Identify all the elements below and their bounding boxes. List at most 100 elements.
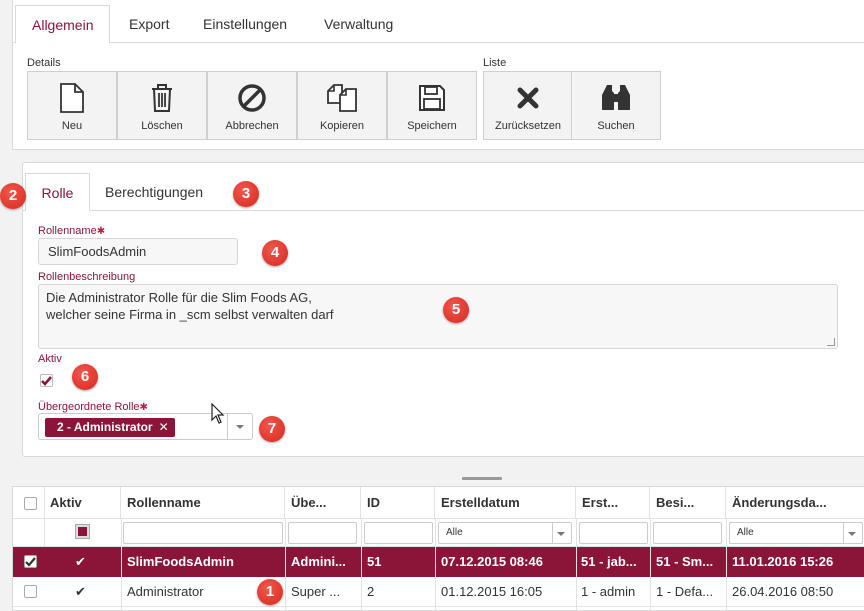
- row-checkbox[interactable]: [24, 585, 37, 598]
- delete-button-label: Löschen: [141, 120, 183, 132]
- parent-role-tag: 2 - Administrator ✕: [45, 418, 175, 437]
- select-all-checkbox[interactable]: [24, 497, 37, 510]
- select-divider: [843, 523, 844, 543]
- new-button-label: Neu: [61, 120, 83, 132]
- column-divider: [361, 519, 362, 610]
- search-button-label: Suchen: [597, 120, 635, 132]
- copy-button-label: Kopieren: [319, 120, 365, 132]
- column-header-aktiv[interactable]: Aktiv: [44, 487, 121, 519]
- x-icon: [484, 82, 572, 114]
- active-checkbox[interactable]: [40, 374, 53, 387]
- column-header-id[interactable]: ID: [361, 487, 435, 519]
- mouse-cursor-icon: [211, 403, 225, 424]
- chevron-down-icon: [236, 425, 244, 429]
- tab-rolle[interactable]: Rolle: [25, 173, 90, 211]
- rolename-label: Rollenname✱: [38, 225, 106, 237]
- filter-ersteller-input[interactable]: [579, 522, 648, 544]
- group-label-liste: Liste: [483, 57, 507, 69]
- copy-button[interactable]: Kopieren: [297, 71, 387, 140]
- column-header-aenderungsdatum[interactable]: Änderungsda...: [726, 487, 864, 519]
- column-header-erstelldatum[interactable]: Erstelldatum: [435, 487, 576, 519]
- column-header-rollenname[interactable]: Rollenname: [121, 487, 285, 519]
- column-divider: [121, 519, 122, 610]
- resize-grip-icon[interactable]: [827, 338, 835, 346]
- row-erstelldatum: 01.12.2015 16:05: [441, 584, 543, 599]
- row-id: 51: [367, 554, 382, 569]
- table-row[interactable]: ✔ Administrator Super ... 2 01.12.2015 1…: [13, 577, 864, 607]
- filter-aenderungsdatum-value: Alle: [737, 527, 754, 538]
- new-document-icon: [28, 82, 116, 114]
- row-checkbox[interactable]: [24, 555, 37, 568]
- cancel-button-label: Abbrechen: [225, 120, 279, 132]
- tab-einstellungen[interactable]: Einstellungen: [187, 5, 303, 43]
- reset-button-label: Zurücksetzen: [494, 120, 562, 132]
- required-mark: ✱: [96, 226, 106, 237]
- column-divider: [435, 519, 436, 610]
- row-uebergeordnet: Super ...: [291, 584, 341, 599]
- search-button[interactable]: Suchen: [571, 71, 661, 140]
- active-label: Aktiv: [38, 353, 62, 365]
- filter-uebergeordnet-input[interactable]: [288, 522, 357, 544]
- required-mark: ✱: [139, 402, 148, 413]
- tab-berechtigungen[interactable]: Berechtigungen: [105, 173, 203, 211]
- annotation-badge-5: 5: [443, 297, 469, 323]
- tab-allgemein[interactable]: Allgemein: [15, 5, 111, 44]
- group-label-details: Details: [27, 57, 61, 69]
- filter-id-input[interactable]: [364, 522, 433, 544]
- roles-grid: Aktiv Rollenname Übe... ID Erstelldatum …: [12, 486, 864, 611]
- row-id: 2: [367, 584, 375, 599]
- panel-splitter-handle[interactable]: [462, 477, 502, 480]
- filter-erstelldatum-select[interactable]: Alle: [438, 522, 572, 544]
- annotation-badge-2: 2: [0, 183, 26, 209]
- save-button-label: Speichern: [407, 120, 457, 132]
- top-tab-bar: Allgemein Export Einstellungen Verwaltun…: [12, 5, 864, 44]
- rolename-input[interactable]: SlimFoodsAdmin: [38, 238, 238, 265]
- delete-button[interactable]: Löschen: [117, 71, 207, 140]
- description-textarea[interactable]: Die Administrator Rolle für die Slim Foo…: [38, 284, 838, 349]
- tab-export[interactable]: Export: [113, 5, 185, 43]
- save-button[interactable]: Speichern: [387, 71, 477, 140]
- row-erstelldatum: 07.12.2015 08:46: [441, 554, 543, 569]
- column-header-ersteller[interactable]: Erst...: [576, 487, 650, 519]
- checkmark-icon: [25, 557, 36, 567]
- cancel-button[interactable]: Abbrechen: [207, 71, 297, 140]
- floppy-disk-icon: [388, 82, 476, 114]
- column-divider: [576, 519, 577, 610]
- annotation-badge-7: 7: [259, 416, 285, 442]
- remove-tag-icon[interactable]: ✕: [159, 420, 169, 434]
- filter-erstelldatum-value: Alle: [446, 527, 463, 538]
- column-divider: [650, 519, 651, 610]
- select-divider: [552, 523, 553, 543]
- ban-icon: [208, 82, 296, 114]
- new-button[interactable]: Neu: [27, 71, 117, 140]
- tab-verwaltung[interactable]: Verwaltung: [308, 5, 409, 43]
- parent-role-dropdown-button[interactable]: [227, 414, 252, 439]
- parent-role-label: Übergeordnete Rolle✱: [38, 401, 148, 413]
- column-header-uebergeordnet[interactable]: Übe...: [285, 487, 361, 519]
- copy-icon: [298, 82, 386, 114]
- row-aenderungsdatum: 26.04.2016 08:50: [732, 584, 834, 599]
- filter-besitzer-input[interactable]: [653, 522, 722, 544]
- row-aenderungsdatum: 11.01.2016 15:26: [732, 554, 834, 569]
- row-active-icon: ✔: [75, 584, 86, 599]
- filter-rollenname-input[interactable]: [123, 522, 283, 544]
- annotation-badge-6: 6: [72, 364, 98, 390]
- reset-button[interactable]: Zurücksetzen: [483, 71, 573, 140]
- filter-aenderungsdatum-select[interactable]: Alle: [729, 522, 863, 544]
- table-row[interactable]: ✔ SlimFoodsAdmin Admini... 51 07.12.2015…: [13, 547, 864, 577]
- row-uebergeordnet: Admini...: [291, 554, 346, 569]
- trash-icon: [118, 82, 206, 114]
- description-text: Die Administrator Rolle für die Slim Foo…: [46, 290, 334, 322]
- chevron-down-icon: [848, 532, 856, 536]
- active-filter-checkbox[interactable]: [75, 524, 90, 539]
- row-besitzer: 51 - Sm...: [656, 554, 714, 569]
- row-ersteller: 1 - admin: [581, 584, 636, 599]
- description-label: Rollenbeschreibung: [38, 271, 136, 283]
- chevron-down-icon: [557, 532, 565, 536]
- row-active-icon: ✔: [75, 554, 86, 569]
- row-rollenname: SlimFoodsAdmin: [127, 554, 234, 569]
- checkmark-icon: [41, 376, 52, 386]
- column-header-besitzer[interactable]: Besi...: [650, 487, 726, 519]
- column-divider: [285, 519, 286, 610]
- annotation-badge-1: 1: [257, 579, 283, 605]
